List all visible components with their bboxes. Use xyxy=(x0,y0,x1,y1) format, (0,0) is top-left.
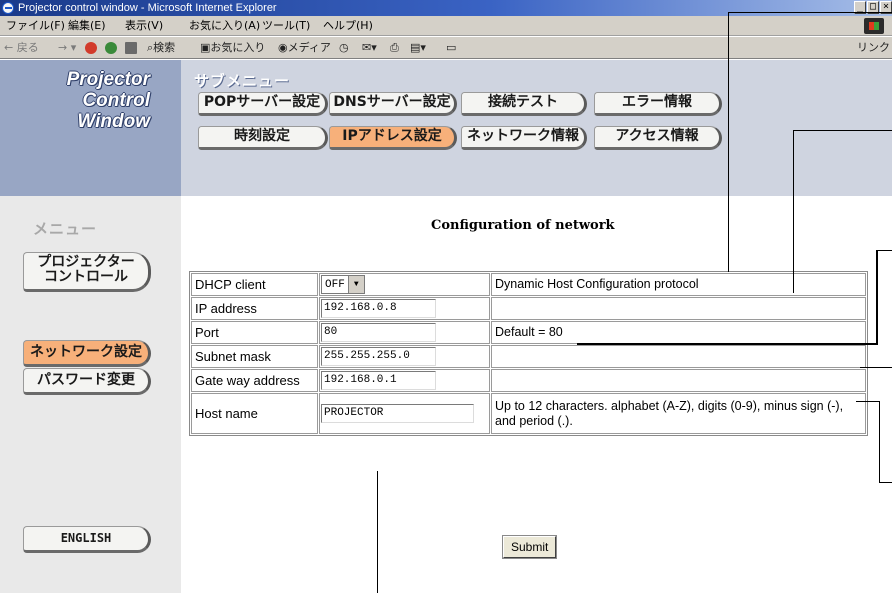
dns-server-button[interactable]: DNSサーバー設定 xyxy=(329,92,457,116)
dhcp-select[interactable]: OFF ▼ xyxy=(321,275,365,295)
main-content: Configuration of network DHCP client OFF… xyxy=(181,196,892,593)
menu-file[interactable]: ファイル(F) xyxy=(6,16,65,36)
menu-bar: ファイル(F) 編集(E) 表示(V) お気に入り(A) ツール(T) ヘルプ(… xyxy=(0,16,892,36)
media-button[interactable]: ◉メディア xyxy=(278,37,331,59)
dhcp-cell: OFF ▼ xyxy=(319,273,490,296)
table-row: Subnet mask 255.255.255.0 xyxy=(191,345,866,368)
table-row: Port 80 Default = 80 xyxy=(191,321,866,344)
port-label: Port xyxy=(191,321,318,344)
menu-edit[interactable]: 編集(E) xyxy=(68,16,106,36)
connect-test-button[interactable]: 接続テスト xyxy=(461,92,587,116)
projector-control-label-1: プロジェクター xyxy=(37,254,135,270)
table-row: Gate way address 192.168.0.1 xyxy=(191,369,866,392)
ip-address-button[interactable]: IPアドレス設定 xyxy=(329,126,457,150)
ip-cell: 192.168.0.8 xyxy=(319,297,490,320)
error-info-button[interactable]: エラー情報 xyxy=(594,92,722,116)
port-cell: 80 xyxy=(319,321,490,344)
access-info-button[interactable]: アクセス情報 xyxy=(594,126,722,150)
table-row: Host name PROJECTOR Up to 12 characters.… xyxy=(191,393,866,434)
edit-icon[interactable]: ▤▾ xyxy=(410,37,426,59)
host-description: Up to 12 characters. alphabet (A-Z), dig… xyxy=(491,393,866,434)
toolbar: ← 戻る → ▾ ⌕検索 ▣お気に入り ◉メディア ◷ ✉▾ ⎙ ▤▾ ▭ リン… xyxy=(0,37,892,59)
subnet-description xyxy=(491,345,866,368)
stop-icon[interactable] xyxy=(85,42,97,54)
english-button[interactable]: ENGLISH xyxy=(23,526,151,553)
host-name-input[interactable]: PROJECTOR xyxy=(321,404,474,423)
media-icon: ◉ xyxy=(278,41,288,54)
ip-address-input[interactable]: 192.168.0.8 xyxy=(321,299,436,318)
window-controls: _ □ × xyxy=(854,0,892,16)
menu-title: メニュー xyxy=(33,220,98,238)
host-label: Host name xyxy=(191,393,318,434)
gateway-cell: 192.168.0.1 xyxy=(319,369,490,392)
window-title: Projector control window - Microsoft Int… xyxy=(18,2,277,14)
submenu-panel: サブメニュー POPサーバー設定 DNSサーバー設定 接続テスト エラー情報 時… xyxy=(181,60,892,196)
search-label: 検索 xyxy=(153,41,176,54)
logo-line-3: Window xyxy=(77,111,150,132)
subnet-mask-input[interactable]: 255.255.255.0 xyxy=(321,347,436,366)
time-setting-button[interactable]: 時刻設定 xyxy=(198,126,328,150)
mail-icon[interactable]: ✉▾ xyxy=(362,37,377,59)
left-menu-panel: Projector Control Window xyxy=(0,60,181,593)
port-input[interactable]: 80 xyxy=(321,323,436,342)
dhcp-value: OFF xyxy=(325,278,345,291)
subnet-cell: 255.255.255.0 xyxy=(319,345,490,368)
refresh-icon[interactable] xyxy=(105,42,117,54)
table-row: DHCP client OFF ▼ Dynamic Host Configura… xyxy=(191,273,866,296)
dhcp-description: Dynamic Host Configuration protocol xyxy=(491,273,866,296)
network-settings-button[interactable]: ネットワーク設定 xyxy=(23,340,151,367)
back-button[interactable]: ← 戻る xyxy=(4,37,39,59)
discuss-icon[interactable]: ▭ xyxy=(446,37,456,59)
page: Projector Control Window サブメニュー POPサーバー設… xyxy=(0,12,892,593)
ie-icon xyxy=(2,2,14,14)
network-info-button[interactable]: ネットワーク情報 xyxy=(461,126,587,150)
logo-line-2: Control xyxy=(82,90,150,111)
projector-control-label-2: コントロール xyxy=(44,269,128,285)
logo-line-1: Projector xyxy=(66,69,150,90)
menu-tools[interactable]: ツール(T) xyxy=(262,16,310,36)
media-label: メディア xyxy=(287,41,331,54)
print-icon[interactable]: ⎙ xyxy=(390,37,399,59)
favorites-icon: ▣ xyxy=(200,41,211,54)
title-bar: Projector control window - Microsoft Int… xyxy=(0,0,892,16)
page-title: Configuration of network xyxy=(431,218,615,233)
submenu-title: サブメニュー xyxy=(194,72,291,90)
links-bar[interactable]: リンク xyxy=(857,37,890,59)
ip-label: IP address xyxy=(191,297,318,320)
favorites-button[interactable]: ▣お気に入り xyxy=(200,37,265,59)
dhcp-label: DHCP client xyxy=(191,273,318,296)
menu-help[interactable]: ヘルプ(H) xyxy=(323,16,373,36)
forward-arrow-icon[interactable]: → ▾ xyxy=(58,37,76,59)
port-description: Default = 80 xyxy=(491,321,866,344)
search-button[interactable]: ⌕検索 xyxy=(147,37,175,59)
pop-server-button[interactable]: POPサーバー設定 xyxy=(198,92,328,116)
host-cell: PROJECTOR xyxy=(319,393,490,434)
menu-favorites[interactable]: お気に入り(A) xyxy=(189,16,260,36)
gateway-description xyxy=(491,369,866,392)
windows-logo-icon xyxy=(864,18,884,34)
logo-panel: Projector Control Window xyxy=(0,60,181,196)
table-row: IP address 192.168.0.8 xyxy=(191,297,866,320)
favorites-label: お気に入り xyxy=(210,41,266,54)
projector-control-button[interactable]: プロジェクター コントロール xyxy=(23,252,151,292)
password-change-button[interactable]: パスワード変更 xyxy=(23,368,151,395)
gateway-label: Gate way address xyxy=(191,369,318,392)
home-icon[interactable] xyxy=(125,42,137,54)
ip-description xyxy=(491,297,866,320)
history-icon[interactable]: ◷ xyxy=(339,37,349,59)
subnet-label: Subnet mask xyxy=(191,345,318,368)
gateway-input[interactable]: 192.168.0.1 xyxy=(321,371,436,390)
submit-button[interactable]: Submit xyxy=(501,535,558,559)
dropdown-arrow-icon[interactable]: ▼ xyxy=(347,276,364,294)
menu-view[interactable]: 表示(V) xyxy=(125,16,163,36)
app-logo: Projector Control Window xyxy=(30,69,150,132)
network-config-table: DHCP client OFF ▼ Dynamic Host Configura… xyxy=(189,271,868,436)
